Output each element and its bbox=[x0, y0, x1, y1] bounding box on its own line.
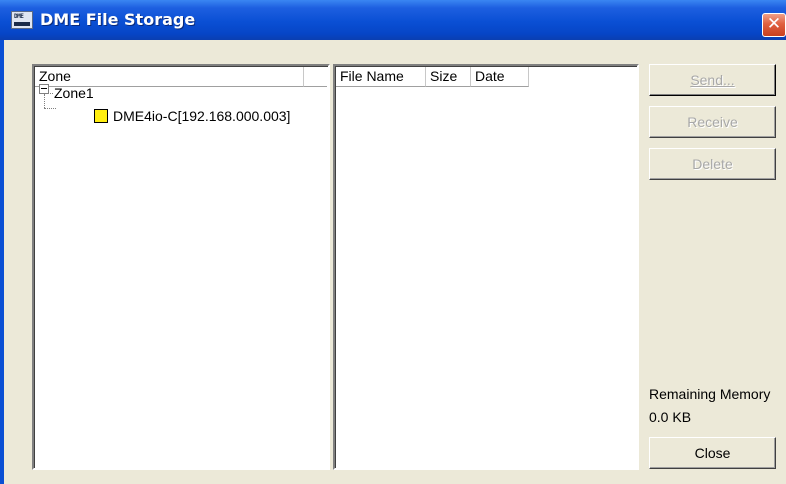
size-column-header[interactable]: Size bbox=[426, 67, 471, 87]
tree-connector-line bbox=[44, 94, 45, 108]
remaining-memory-value: 0.0 KB bbox=[649, 409, 692, 425]
remaining-memory-label: Remaining Memory bbox=[649, 386, 771, 402]
close-window-icon[interactable]: ✕ bbox=[762, 13, 786, 37]
tree-connector-line bbox=[48, 93, 53, 94]
delete-button[interactable]: Delete bbox=[649, 148, 776, 180]
tree-item-dme4io-c[interactable]: DME4io-C[192.168.000.003] bbox=[113, 108, 290, 124]
file-name-column-header[interactable]: File Name bbox=[336, 67, 426, 87]
receive-button-label: Receive bbox=[687, 114, 738, 130]
send-button[interactable]: Send... bbox=[649, 64, 776, 96]
send-button-label: Send... bbox=[690, 72, 735, 88]
app-icon-bar bbox=[14, 22, 30, 26]
zone-header-filler bbox=[304, 67, 327, 87]
dme-file-storage-window: DME DME File Storage ✕ Zone Zone1 DME4io… bbox=[0, 0, 786, 484]
dme-app-icon[interactable]: DME bbox=[11, 11, 33, 29]
close-button[interactable]: Close bbox=[649, 437, 776, 469]
date-column-header[interactable]: Date bbox=[471, 67, 529, 87]
title-bar[interactable]: DME DME File Storage ✕ bbox=[0, 0, 786, 40]
receive-button[interactable]: Receive bbox=[649, 106, 776, 138]
app-icon-text: DME bbox=[14, 13, 24, 20]
delete-button-label: Delete bbox=[692, 156, 733, 172]
tree-connector-line bbox=[44, 108, 56, 109]
zone-column-header[interactable]: Zone bbox=[35, 67, 304, 87]
file-list-view[interactable]: File Name Size Date bbox=[333, 64, 639, 470]
tree-item-zone1[interactable]: Zone1 bbox=[54, 85, 94, 101]
zone-tree-view[interactable]: Zone Zone1 DME4io-C[192.168.000.003] bbox=[32, 64, 330, 470]
close-button-label: Close bbox=[694, 445, 731, 461]
device-status-icon bbox=[94, 109, 108, 123]
dialog-client-area: Zone Zone1 DME4io-C[192.168.000.003] Fil… bbox=[4, 40, 786, 484]
window-title: DME File Storage bbox=[40, 10, 196, 29]
